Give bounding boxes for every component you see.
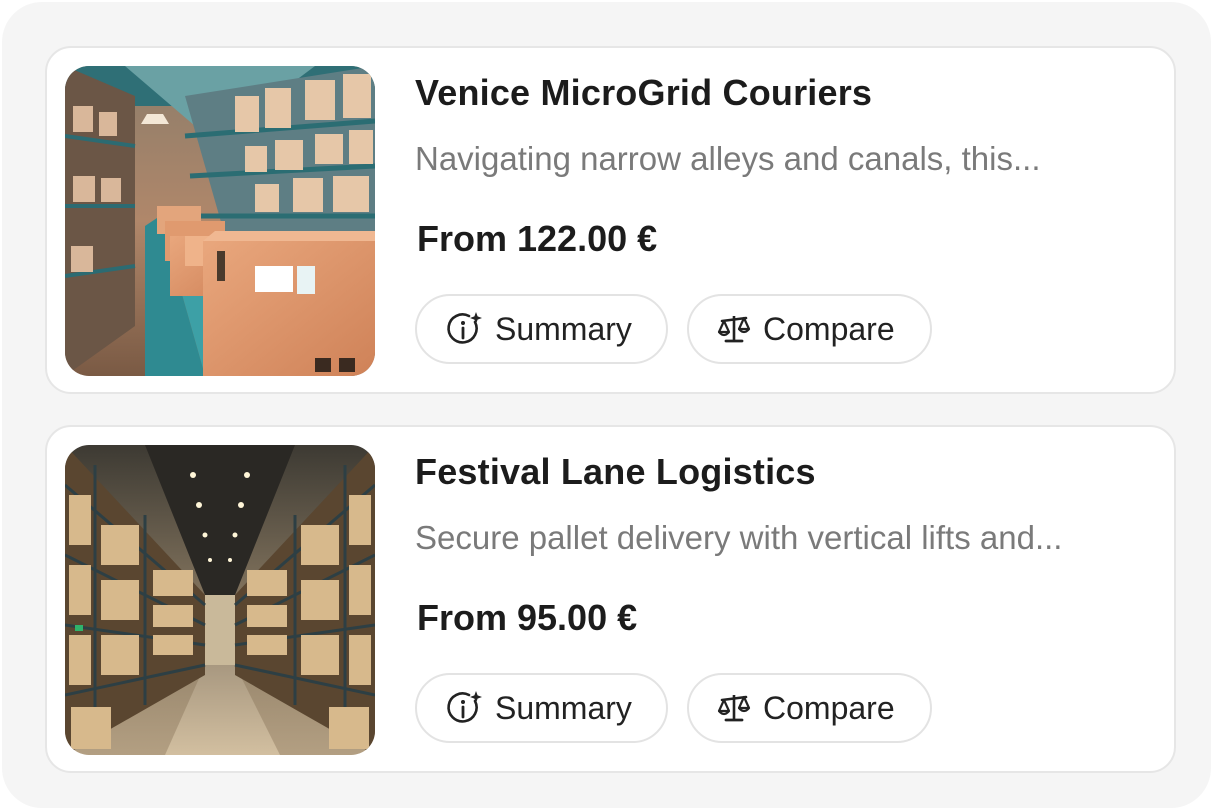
warehouse-aisle-photo [65, 445, 375, 755]
balance-scale-icon [717, 312, 751, 346]
listing-image-aisle[interactable] [65, 445, 375, 755]
listing-title[interactable]: Festival Lane Logistics [415, 451, 816, 493]
balance-scale-icon [717, 691, 751, 725]
listing-card[interactable]: Festival Lane Logistics Secure pallet de… [45, 425, 1176, 773]
summary-button[interactable]: Summary [415, 294, 668, 364]
listing-description: Navigating narrow alleys and canals, thi… [415, 140, 1041, 177]
compare-label: Compare [763, 689, 895, 726]
info-sparkle-icon [445, 689, 483, 727]
results-panel: Venice MicroGrid Couriers Navigating nar… [2, 2, 1211, 808]
compare-button[interactable]: Compare [687, 294, 932, 364]
listing-price: From 95.00 € [417, 597, 638, 638]
listing-price: From 122.00 € [417, 218, 658, 259]
compare-button[interactable]: Compare [687, 673, 932, 743]
summary-label: Summary [495, 689, 632, 726]
summary-label: Summary [495, 310, 632, 347]
listing-title[interactable]: Venice MicroGrid Couriers [415, 72, 872, 114]
listing-description: Secure pallet delivery with vertical lif… [415, 519, 1063, 556]
listing-image-conveyor[interactable] [65, 66, 375, 376]
info-sparkle-icon [445, 310, 483, 348]
compare-label: Compare [763, 310, 895, 347]
warehouse-conveyor-photo [65, 66, 375, 376]
listing-card[interactable]: Venice MicroGrid Couriers Navigating nar… [45, 46, 1176, 394]
summary-button[interactable]: Summary [415, 673, 668, 743]
